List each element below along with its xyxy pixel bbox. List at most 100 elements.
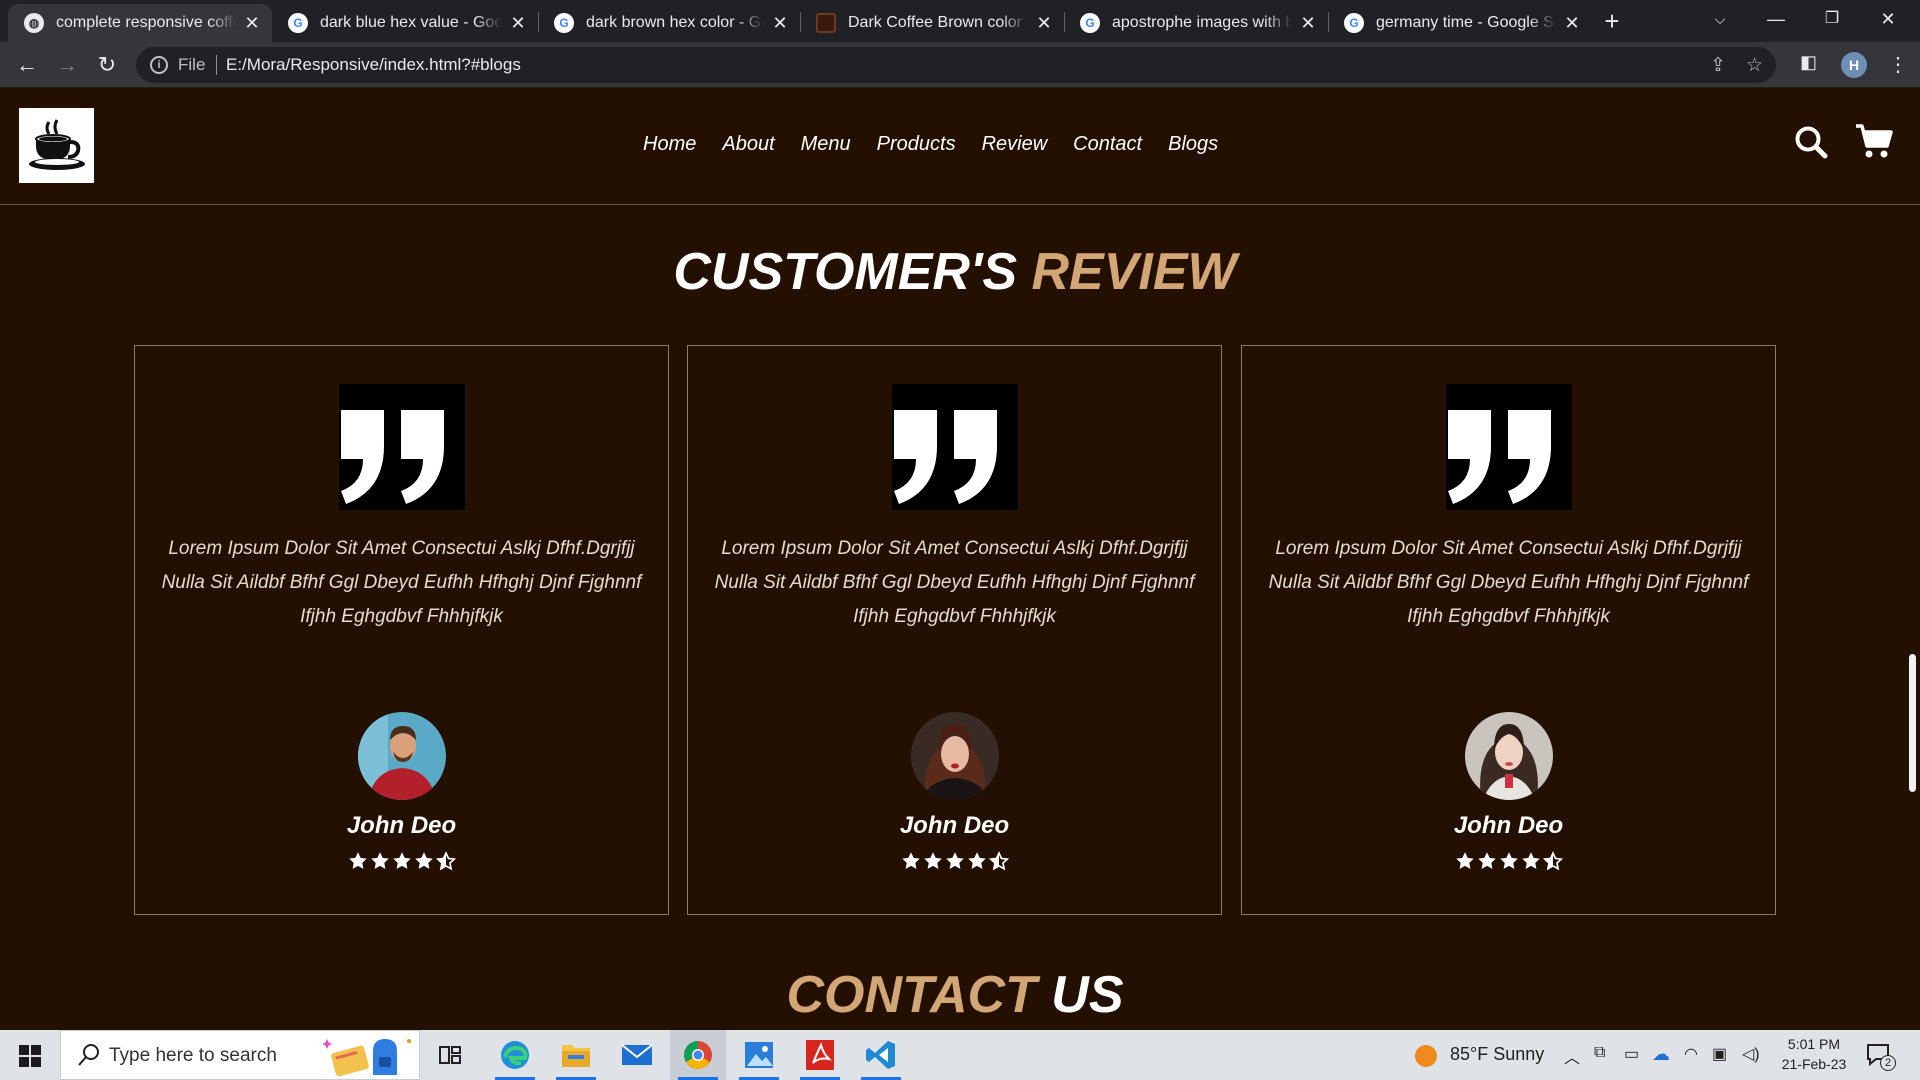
edge-icon[interactable] [487, 1030, 543, 1080]
taskbar-search-box[interactable]: Type here to search [60, 1030, 420, 1080]
tab-coffee-site[interactable]: ◍ complete responsive coffee shop websit… [8, 4, 272, 42]
site-header: Home About Menu Products Review Contact … [0, 89, 1920, 205]
windows-taskbar: Type here to search 85°F Sunny ︿ ⧉ ▭ ☁ ◠… [0, 1030, 1920, 1080]
nav-contact[interactable]: Contact [1073, 133, 1142, 156]
nav-blogs[interactable]: Blogs [1168, 133, 1218, 156]
back-button[interactable]: ← [12, 50, 42, 80]
google-icon: G [288, 13, 308, 33]
review-card: Lorem Ipsum Dolor Sit Amet Consectui Asl… [687, 345, 1222, 915]
browser-tab-strip: ◍ complete responsive coffee shop websit… [0, 0, 1920, 42]
task-view-icon[interactable] [422, 1030, 478, 1080]
tab-title: dark blue hex value - Google Search [320, 14, 502, 31]
tab-title: complete responsive coffee shop website [56, 14, 236, 31]
vscode-icon[interactable] [853, 1030, 909, 1080]
cart-icon[interactable] [1855, 123, 1893, 159]
volume-icon[interactable]: ◁) [1742, 1044, 1760, 1064]
star-rating [1242, 851, 1775, 871]
close-icon[interactable]: ✕ [1562, 13, 1582, 34]
close-icon[interactable]: ✕ [508, 13, 528, 34]
reload-button[interactable]: ↻ [92, 50, 122, 80]
star-half-icon [988, 851, 1009, 871]
tab-title: germany time - Google Search [1376, 14, 1556, 31]
page-scrollbar-thumb[interactable] [1909, 654, 1916, 792]
site-info-icon[interactable]: i [150, 56, 168, 74]
photos-icon[interactable] [731, 1030, 787, 1080]
mail-icon[interactable] [609, 1030, 665, 1080]
nav-review[interactable]: Review [982, 133, 1048, 156]
restore-button[interactable]: ❐ [1804, 0, 1860, 40]
review-title-part2: REVIEW [1031, 243, 1237, 301]
star-full-icon [1521, 852, 1540, 869]
tab-search-chevron-icon[interactable]: ⌵ [1692, 0, 1748, 40]
review-text: Lorem Ipsum Dolor Sit Amet Consectui Asl… [714, 538, 1195, 627]
coffee-cup-icon [28, 118, 85, 170]
star-half-icon [1542, 851, 1563, 871]
search-icon[interactable] [1794, 125, 1828, 159]
bookmark-star-icon[interactable]: ☆ [1746, 54, 1763, 77]
chrome-icon[interactable] [670, 1030, 726, 1080]
nav-products[interactable]: Products [877, 133, 956, 156]
star-full-icon [1477, 852, 1496, 869]
dark-coffee-favicon [816, 13, 836, 33]
nav-about[interactable]: About [722, 133, 774, 156]
kebab-menu-icon[interactable]: ⋮ [1888, 52, 1908, 77]
address-bar[interactable]: i File E:/Mora/Responsive/index.html?#bl… [136, 47, 1776, 83]
clock-time: 5:01 PM [1787, 1036, 1841, 1052]
new-tab-button[interactable]: + [1597, 6, 1627, 36]
tab-dark-blue-hex[interactable]: G dark blue hex value - Google Search ✕ [272, 4, 538, 42]
side-panel-icon[interactable]: ◧ [1800, 52, 1817, 73]
reviewer-name: John Deo [1453, 812, 1564, 839]
share-icon[interactable]: ⇪ [1710, 54, 1726, 77]
close-icon[interactable]: ✕ [770, 13, 790, 34]
acrobat-icon[interactable] [792, 1030, 848, 1080]
display-icon[interactable]: ▣ [1712, 1044, 1727, 1064]
star-full-icon [967, 852, 986, 869]
clock[interactable]: 5:01 PM 21-Feb-23 [1772, 1036, 1856, 1072]
review-text: Lorem Ipsum Dolor Sit Amet Consectui Asl… [1268, 538, 1749, 627]
coffee-cup-logo[interactable] [19, 108, 94, 183]
browser-toolbar: ← → ↻ i File E:/Mora/Responsive/index.ht… [0, 42, 1920, 88]
url-text[interactable]: E:/Mora/Responsive/index.html?#blogs [226, 55, 521, 75]
star-half-icon [435, 851, 456, 871]
windows-start-icon[interactable] [19, 1045, 41, 1067]
weather-sun-icon[interactable] [1414, 1044, 1438, 1068]
show-hidden-icons-chevron-icon[interactable]: ︿ [1564, 1044, 1580, 1068]
star-full-icon [1455, 852, 1474, 869]
review-card: Lorem Ipsum Dolor Sit Amet Consectui Asl… [134, 345, 669, 915]
notification-count-badge: 2 [1880, 1055, 1896, 1071]
battery-icon[interactable]: ▭ [1624, 1044, 1639, 1064]
google-icon: G [1344, 13, 1364, 33]
reviewer-avatar [358, 712, 446, 800]
main-nav: Home About Menu Products Review Contact … [643, 133, 1218, 156]
close-icon[interactable]: ✕ [242, 13, 262, 34]
star-full-icon [348, 852, 367, 869]
file-explorer-icon[interactable] [548, 1030, 604, 1080]
onedrive-cloud-icon[interactable]: ☁ [1652, 1044, 1670, 1065]
search-highlight-illustration [323, 1039, 411, 1077]
nav-menu[interactable]: Menu [801, 133, 851, 156]
minimize-button[interactable]: — [1748, 0, 1804, 40]
wifi-icon[interactable]: ◠ [1684, 1044, 1698, 1064]
quote-icon [1446, 384, 1572, 510]
close-icon[interactable]: ✕ [1034, 13, 1054, 34]
nav-home[interactable]: Home [643, 133, 696, 156]
clock-date: 21-Feb-23 [1781, 1056, 1847, 1072]
meet-now-icon[interactable]: ⧉ [1594, 1044, 1605, 1062]
window-close-button[interactable]: ✕ [1860, 0, 1916, 40]
tab-title: dark brown hex color - Google Search [586, 14, 764, 31]
tab-dark-coffee-brown[interactable]: Dark Coffee Brown color hex code ✕ [800, 4, 1064, 42]
tab-germany-time[interactable]: G germany time - Google Search ✕ [1328, 4, 1592, 42]
star-rating [688, 851, 1221, 871]
search-icon [78, 1044, 99, 1066]
close-icon[interactable]: ✕ [1298, 13, 1318, 34]
contact-title-part1: CONTACT [786, 966, 1037, 1024]
tab-title: apostrophe images with bu [1112, 14, 1292, 31]
tab-dark-brown-hex[interactable]: G dark brown hex color - Google Search ✕ [538, 4, 800, 42]
forward-button[interactable]: → [52, 50, 82, 80]
profile-avatar[interactable]: H [1841, 52, 1867, 78]
page-viewport: Home About Menu Products Review Contact … [0, 89, 1920, 1030]
weather-text[interactable]: 85°F Sunny [1450, 1044, 1544, 1065]
search-placeholder: Type here to search [109, 1045, 277, 1066]
tab-apostrophe-images[interactable]: G apostrophe images with bu ✕ [1064, 4, 1328, 42]
star-full-icon [392, 852, 411, 869]
